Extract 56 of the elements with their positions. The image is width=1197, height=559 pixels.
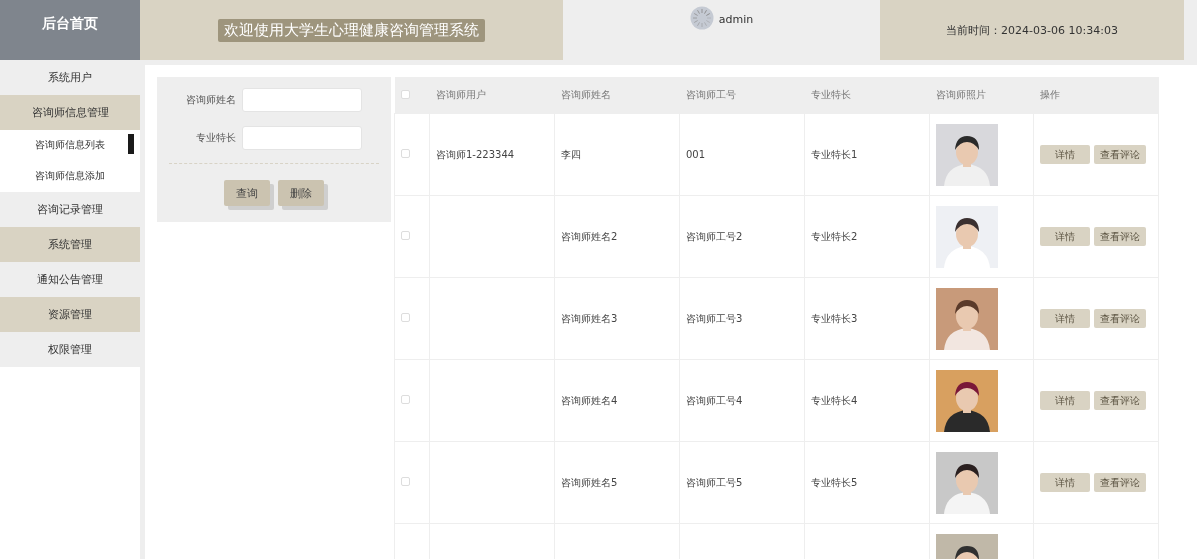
table-cell: 李四 <box>561 148 581 160</box>
avatar-icon[interactable] <box>689 6 714 30</box>
checkbox[interactable] <box>400 89 410 99</box>
checkbox[interactable] <box>401 313 410 322</box>
field-label: 专业特长 <box>195 131 236 145</box>
table-cell: 专业特长2 <box>811 230 858 242</box>
checkbox[interactable] <box>401 231 410 240</box>
checkbox[interactable] <box>401 395 410 404</box>
user-name[interactable]: admin <box>718 13 754 26</box>
row-button[interactable]: 查看评论 <box>1094 309 1146 328</box>
column-header: 咨询师照片 <box>935 89 986 100</box>
row-button[interactable]: 查看评论 <box>1094 145 1146 164</box>
row-button[interactable]: 详情 <box>1040 391 1090 410</box>
checkbox[interactable] <box>401 477 410 486</box>
menu-item[interactable]: 咨询师信息管理 <box>0 95 140 130</box>
table-cell: 咨询师工号4 <box>686 394 743 406</box>
row-button[interactable]: 查看评论 <box>1094 391 1146 410</box>
table-cell: 咨询师姓名5 <box>561 476 618 488</box>
selection-marker <box>128 134 134 154</box>
time-label: 当前时间： <box>946 22 1002 38</box>
column-header: 咨询师工号 <box>685 89 736 100</box>
row-button[interactable]: 详情 <box>1040 227 1090 246</box>
row-button[interactable]: 查看评论 <box>1094 227 1146 246</box>
home-link[interactable]: 后台首页 <box>0 0 140 60</box>
menu-item[interactable]: 系统管理 <box>0 227 140 262</box>
table-cell: 专业特长4 <box>811 394 858 406</box>
menu-item[interactable]: 咨询记录管理 <box>0 192 140 227</box>
column-header: 操作 <box>1039 89 1060 100</box>
table-cell: 咨询师姓名3 <box>561 312 618 324</box>
row-button[interactable]: 查看评论 <box>1094 473 1146 492</box>
menu-item[interactable]: 资源管理 <box>0 297 140 332</box>
table-cell: 咨询师工号5 <box>686 476 743 488</box>
row-button[interactable]: 详情 <box>1040 309 1090 328</box>
current-time: 2024-03-06 10:34:03 <box>1001 23 1118 37</box>
row-button[interactable]: 详情 <box>1040 473 1090 492</box>
column-header: 专业特长 <box>810 89 851 100</box>
table-cell: 咨询师1-223344 <box>436 148 515 160</box>
column-header: 咨询师用户 <box>435 89 486 100</box>
table-cell: 专业特长5 <box>811 476 858 488</box>
field-label: 咨询师姓名 <box>185 93 236 107</box>
checkbox[interactable] <box>401 149 410 158</box>
menu-item[interactable]: 通知公告管理 <box>0 262 140 297</box>
menu-item[interactable]: 权限管理 <box>0 332 140 367</box>
table-cell: 专业特长3 <box>811 312 858 324</box>
input-field[interactable] <box>242 126 362 150</box>
row-button[interactable]: 详情 <box>1040 145 1090 164</box>
system-title: 欢迎使用大学生心理健康咨询管理系统 <box>218 18 485 42</box>
table-cell: 咨询师工号2 <box>686 230 743 242</box>
table-cell: 专业特长1 <box>811 148 858 160</box>
table-cell: 咨询师姓名2 <box>561 230 618 242</box>
menu-item[interactable]: 系统用户 <box>0 60 140 95</box>
table-cell: 咨询师工号3 <box>686 312 743 324</box>
table-cell: 咨询师姓名4 <box>561 394 618 406</box>
input-field[interactable] <box>242 88 362 112</box>
column-header: 咨询师姓名 <box>560 89 611 100</box>
table-cell: 001 <box>686 149 706 160</box>
